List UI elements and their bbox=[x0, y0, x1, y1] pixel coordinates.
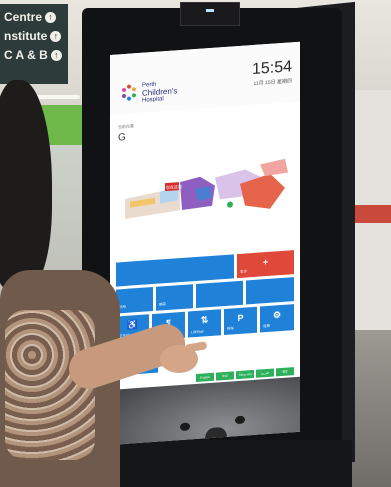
map-zone[interactable] bbox=[260, 158, 288, 177]
sign-line-1: Centre bbox=[4, 10, 43, 24]
kiosk-screen: Perth Children's Hospital 15:54 11月 15日 … bbox=[110, 41, 300, 446]
photo-scene: Centre ↑ nstitute ↑ C A & B ↑ Perth Childre… bbox=[0, 0, 391, 487]
arrow-up-icon: ↑ bbox=[50, 50, 62, 61]
location-label: 当前位置 bbox=[118, 123, 134, 130]
kiosk-camera bbox=[180, 2, 240, 26]
tile-emergency[interactable]: + 急诊 bbox=[237, 250, 294, 279]
tile-lift-stair[interactable]: ⇅ Lift/Stair bbox=[188, 309, 221, 338]
koala-eye bbox=[235, 415, 245, 425]
directional-sign: Centre ↑ nstitute ↑ C A & B ↑ bbox=[0, 4, 68, 84]
tile-blank-2[interactable] bbox=[246, 277, 294, 305]
date: 11月 15日 星期四 bbox=[253, 78, 292, 87]
tile-blank-1[interactable] bbox=[196, 280, 243, 308]
lang-button-english[interactable]: English bbox=[196, 372, 214, 382]
lang-button-arabic[interactable]: العربية bbox=[256, 368, 274, 378]
kiosk-base bbox=[82, 440, 352, 487]
plus-icon: + bbox=[262, 256, 269, 267]
parking-icon: P bbox=[237, 313, 244, 324]
tile-clinics[interactable]: 诊所 bbox=[116, 286, 153, 314]
toilet-icon: ♿ bbox=[126, 319, 139, 331]
koala-eye bbox=[180, 422, 190, 432]
you-are-here-label: 您在这里 bbox=[166, 183, 182, 190]
arrow-up-icon: ↑ bbox=[45, 12, 57, 23]
sign-line-2: nstitute bbox=[4, 29, 48, 43]
hospital-logo-text: Perth Children's Hospital bbox=[142, 79, 192, 104]
camera-lens-icon bbox=[206, 9, 214, 12]
floor-map[interactable]: 您在这里 bbox=[120, 152, 290, 234]
clock: 15:54 bbox=[251, 58, 292, 79]
background-red-strip bbox=[350, 205, 391, 223]
lang-button-chinese[interactable]: 中文 bbox=[216, 371, 234, 381]
lang-button-vietnamese[interactable]: Tiếng Việt bbox=[236, 369, 254, 380]
tile-parking[interactable]: P 停车 bbox=[224, 306, 257, 336]
tile-facilities[interactable]: ⚙ 设施 bbox=[260, 304, 294, 333]
arrow-up-icon: ↑ bbox=[50, 31, 62, 42]
hospital-logo-icon bbox=[122, 84, 136, 101]
lang-button-hindi[interactable]: हिंदी bbox=[276, 367, 294, 377]
tile-wards[interactable]: 病房 bbox=[156, 284, 193, 311]
floor-level: G bbox=[118, 131, 126, 144]
sign-line-3: C A & B bbox=[4, 48, 48, 62]
facilities-icon: ⚙ bbox=[272, 309, 282, 321]
map-pin-icon[interactable] bbox=[227, 201, 233, 208]
lift-icon: ⇅ bbox=[200, 315, 209, 326]
screen-header: Perth Children's Hospital 15:54 11月 15日 … bbox=[110, 41, 300, 115]
